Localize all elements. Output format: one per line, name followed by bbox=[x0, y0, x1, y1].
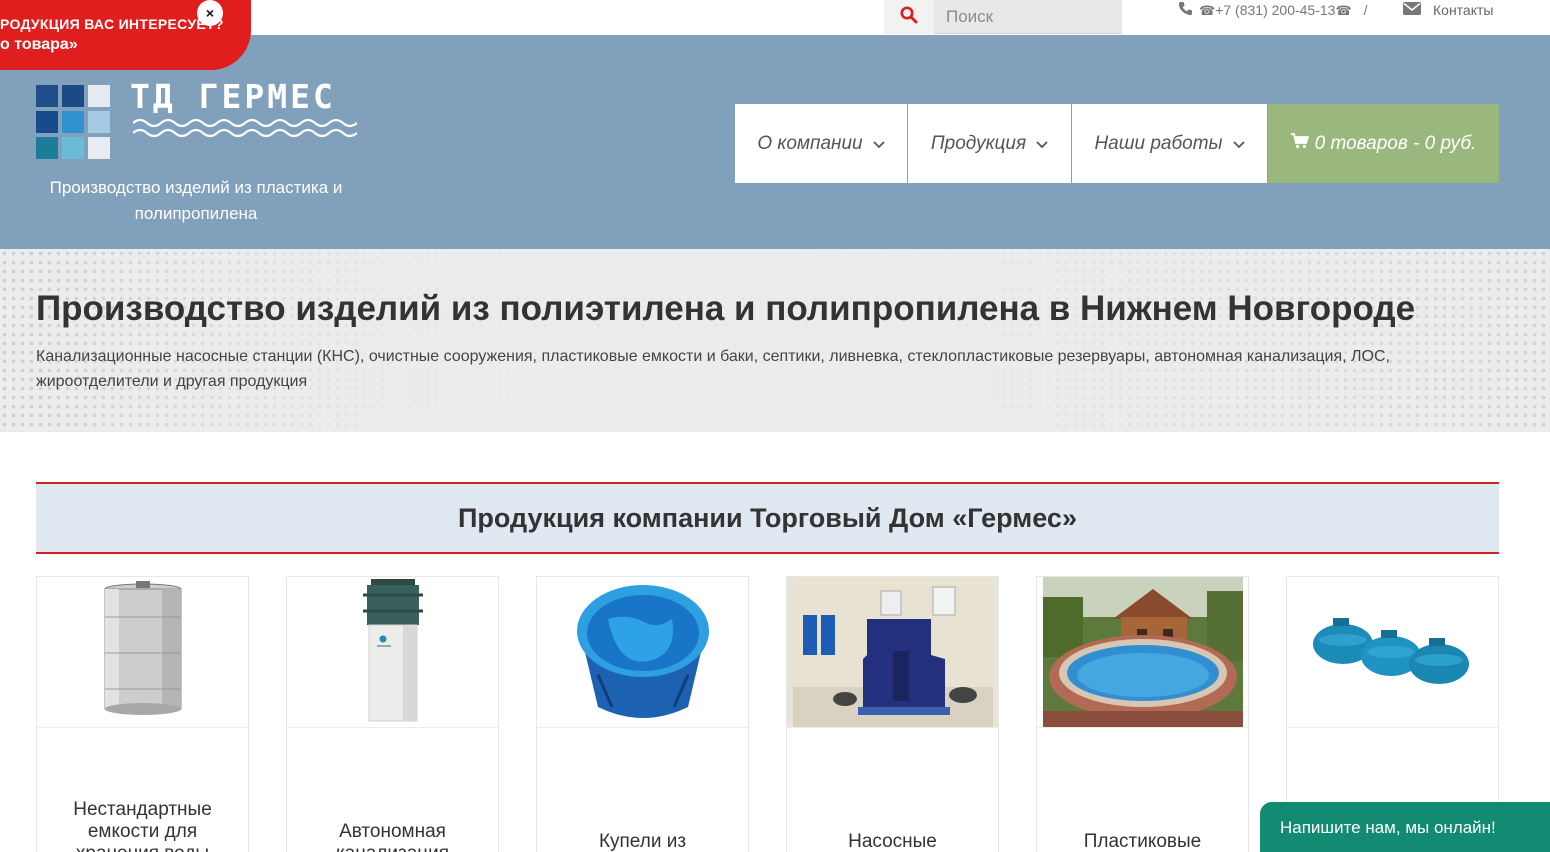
product-title[interactable]: Автономная канализация bbox=[287, 821, 498, 852]
promo-text: РОДУКЦИЯ ВАС ИНТЕРЕСУЕТ? bbox=[0, 16, 224, 32]
phone-block: ☎+7 (831) 200-45-13☎ / bbox=[1178, 0, 1368, 20]
phone-number[interactable]: ☎+7 (831) 200-45-13☎ bbox=[1199, 2, 1352, 19]
products-section-title: Продукция компании Торговый Дом «Гермес» bbox=[458, 502, 1077, 533]
telephone-icon: ☎ bbox=[1335, 2, 1352, 18]
product-card[interactable]: Купели из bbox=[536, 576, 749, 852]
logo-tile bbox=[36, 85, 58, 107]
search-input[interactable] bbox=[934, 0, 1122, 34]
product-title[interactable]: Насосные bbox=[787, 831, 998, 852]
product-image-font[interactable] bbox=[537, 577, 748, 728]
main-nav: О компании Продукция Наши работы 0 товар… bbox=[735, 104, 1499, 183]
products-section-header: Продукция компании Торговый Дом «Гермес» bbox=[36, 482, 1499, 554]
logo-tile bbox=[88, 85, 110, 107]
logo-tile bbox=[88, 111, 110, 133]
nav-item-works[interactable]: Наши работы bbox=[1072, 104, 1268, 183]
contacts-link[interactable]: Контакты bbox=[1403, 0, 1493, 20]
separator: / bbox=[1363, 2, 1368, 18]
product-card[interactable]: Насосные bbox=[786, 576, 999, 852]
close-icon[interactable]: × bbox=[197, 0, 223, 26]
product-card[interactable]: Пластиковые bbox=[1036, 576, 1249, 852]
search-button[interactable] bbox=[884, 0, 934, 34]
contacts-label: Контакты bbox=[1433, 2, 1494, 18]
product-image-tanks[interactable] bbox=[1287, 577, 1498, 728]
product-image-pump-station[interactable] bbox=[787, 577, 998, 728]
product-card[interactable]: Нестандартные емкости для хранения воды bbox=[36, 576, 249, 852]
nav-item-label: Наши работы bbox=[1094, 132, 1223, 154]
telephone-icon: ☎ bbox=[1199, 2, 1216, 18]
nav-item-label: Продукция bbox=[930, 132, 1027, 154]
logo-tile bbox=[36, 137, 58, 159]
logo-tile bbox=[62, 111, 84, 133]
logo-tagline: Производство изделий из пластика и полип… bbox=[49, 178, 343, 223]
hero-section: Производство изделий из полиэтилена и по… bbox=[0, 249, 1550, 432]
envelope-icon bbox=[1403, 2, 1421, 18]
product-card[interactable]: Автономная канализация bbox=[286, 576, 499, 852]
logo-mark[interactable] bbox=[36, 85, 113, 161]
promo-link[interactable]: о товара» bbox=[0, 36, 78, 54]
nav-item-label: О компании bbox=[757, 132, 863, 154]
nav-item-products[interactable]: Продукция bbox=[908, 104, 1072, 183]
nav-item-about[interactable]: О компании bbox=[735, 104, 908, 183]
hero-overlay bbox=[0, 249, 1550, 432]
cart-button[interactable]: 0 товаров - 0 руб. bbox=[1268, 104, 1499, 183]
chevron-down-icon bbox=[1036, 133, 1048, 155]
phone-icon bbox=[1178, 1, 1193, 19]
logo-tile bbox=[62, 137, 84, 159]
product-title[interactable]: Купели из bbox=[537, 831, 748, 852]
logo-waves-icon bbox=[132, 117, 358, 144]
site-header: ТД ГЕРМЕС Производство изделий из пласти… bbox=[0, 35, 1550, 249]
page-subtitle: Канализационные насосные станции (КНС), … bbox=[36, 348, 1390, 390]
logo-tile bbox=[88, 137, 110, 159]
logo-tile bbox=[62, 85, 84, 107]
product-image-pool[interactable] bbox=[1037, 577, 1248, 728]
product-image-tank[interactable] bbox=[37, 577, 248, 728]
search-icon bbox=[900, 6, 918, 29]
cart-icon bbox=[1290, 132, 1309, 155]
chevron-down-icon bbox=[872, 133, 885, 155]
product-title[interactable]: Пластиковые bbox=[1037, 831, 1248, 852]
page-title: Производство изделий из полиэтилена и по… bbox=[36, 289, 1416, 328]
product-title[interactable]: Нестандартные емкости для хранения воды bbox=[37, 799, 248, 852]
chat-widget-button[interactable]: Напишите нам, мы онлайн! bbox=[1260, 802, 1550, 852]
promo-banner[interactable]: РОДУКЦИЯ ВАС ИНТЕРЕСУЕТ? о товара» × bbox=[0, 0, 251, 70]
cart-label: 0 товаров - 0 руб. bbox=[1314, 132, 1477, 154]
chevron-down-icon bbox=[1232, 133, 1245, 155]
logo-name[interactable]: ТД ГЕРМЕС bbox=[130, 77, 336, 116]
logo-tile bbox=[36, 111, 58, 133]
product-image-septic[interactable] bbox=[287, 577, 498, 728]
chat-label: Напишите нам, мы онлайн! bbox=[1280, 818, 1496, 837]
